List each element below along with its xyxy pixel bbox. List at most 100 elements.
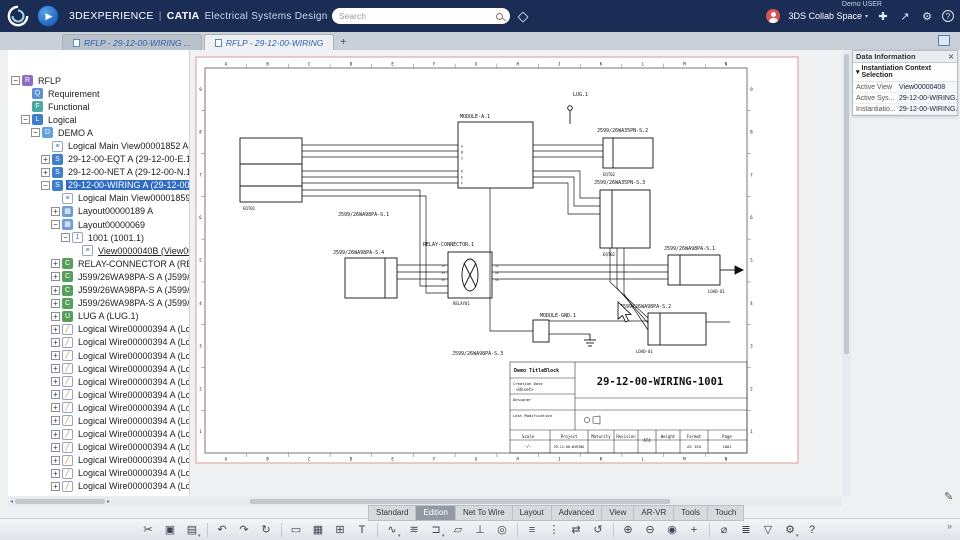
chevron-down-icon[interactable]: ▾: [198, 533, 201, 539]
document-tab[interactable]: RFLP - 29-12-00-WIRING ...: [62, 34, 202, 50]
shield-button[interactable]: ◎: [493, 521, 512, 539]
search-input[interactable]: [339, 11, 492, 21]
table-button[interactable]: ⊞: [331, 521, 350, 539]
cut-button[interactable]: ✂: [139, 521, 158, 539]
tree-item[interactable]: −S29-12-00-WIRING A (29-12-00-W.1): [8, 179, 189, 192]
scroll-right-icon[interactable]: ▸: [107, 498, 110, 505]
tree-item[interactable]: Q Requirement: [8, 87, 189, 100]
layers-button[interactable]: ≣: [737, 521, 756, 539]
tree-item[interactable]: +╱ Logical Wire00000394 A (Logical Wire00…: [8, 428, 189, 441]
scroll-left-icon[interactable]: ◂: [10, 498, 13, 505]
help-button[interactable]: ?: [942, 10, 954, 22]
tree-expander[interactable]: +: [51, 364, 60, 374]
tree-item[interactable]: − R RFLP: [8, 74, 189, 87]
tree-expander[interactable]: −: [51, 220, 60, 230]
tree-item[interactable]: +╱ Logical Wire00000394 A (Logical Wire00…: [8, 401, 189, 414]
tree-expander[interactable]: +: [51, 377, 60, 387]
tree-expander[interactable]: +: [51, 351, 60, 361]
tree-item[interactable]: +╱ Logical Wire00000394 A (Logical Wire00…: [8, 323, 189, 336]
drawing-sheet[interactable]: [195, 56, 799, 464]
tree-expander[interactable]: +: [51, 442, 60, 452]
distribute-button[interactable]: ⋮: [545, 521, 564, 539]
tree-expander[interactable]: +: [51, 416, 60, 426]
new-tab-button[interactable]: +: [336, 34, 350, 50]
tree-expander[interactable]: +: [51, 337, 60, 347]
tree-item[interactable]: +╱ Logical Wire00000394 A (Logical Wire00…: [8, 441, 189, 454]
tree-item[interactable]: +╱ Logical Wire00000394 A (Logical Wire00…: [8, 480, 189, 493]
tree-item[interactable]: +╱ Logical Wire00000394 A (Logical Wire00…: [8, 454, 189, 467]
tree-item[interactable]: +C RELAY-CONNECTOR A (RELAY-CONNECTOR.1): [8, 257, 189, 270]
chevron-down-icon[interactable]: ▾: [442, 533, 445, 539]
tree-expander[interactable]: −: [61, 233, 70, 243]
ground-button[interactable]: ⊥: [471, 521, 490, 539]
options-button[interactable]: ⚙ ▾: [781, 521, 800, 539]
tree-expander[interactable]: −: [21, 115, 30, 125]
mirror-button[interactable]: ⇄: [567, 521, 586, 539]
tree-horizontal-scrollbar[interactable]: ◂ ▸: [8, 497, 190, 506]
tree-item[interactable]: +╱ Logical Wire00000394 A (Logical Wire00…: [8, 375, 189, 388]
align-button[interactable]: ≡: [523, 521, 542, 539]
update-button[interactable]: ↻: [257, 521, 276, 539]
tree-item[interactable]: +C J599/26WA98PA-S A (J599/26WA98PA-S.3): [8, 297, 189, 310]
toolbar-tab-edition[interactable]: Edition: [415, 505, 455, 521]
multi-wire-button[interactable]: ≋: [405, 521, 424, 539]
tree-item[interactable]: −1 1001 (1001.1): [8, 231, 189, 244]
tree-expander[interactable]: +: [51, 259, 60, 269]
tree-expander[interactable]: +: [51, 206, 60, 216]
add-equipment-button[interactable]: ▱: [449, 521, 468, 539]
tree-expander[interactable]: +: [51, 272, 60, 282]
search-icon[interactable]: [496, 12, 503, 20]
tree-expander[interactable]: +: [51, 481, 60, 491]
tree-item[interactable]: − L Logical: [8, 113, 189, 126]
tree-expander[interactable]: +: [51, 455, 60, 465]
text-button[interactable]: T: [353, 521, 372, 539]
toolbar-tab-touch[interactable]: Touch: [706, 505, 745, 521]
frame-button[interactable]: ▦: [309, 521, 328, 539]
tree-item[interactable]: +╱ Logical Wire00000394 A (Logical Wire00…: [8, 349, 189, 362]
tree-item[interactable]: +╱ Logical Wire00000394 A (Logical Wire00…: [8, 388, 189, 401]
new-sheet-button[interactable]: ▭: [287, 521, 306, 539]
section-caret-icon[interactable]: ▾: [856, 68, 860, 76]
tag-icon[interactable]: [517, 11, 529, 23]
chevron-down-icon[interactable]: ▾: [796, 533, 799, 539]
tools-button[interactable]: ⚙: [920, 10, 934, 23]
add-connector-button[interactable]: ⊐ ▾: [427, 521, 446, 539]
panel-row[interactable]: Instantiatio... 29-12-00-WIRING...: [853, 104, 957, 115]
tree-expander[interactable]: +: [51, 468, 60, 478]
tree-expander[interactable]: +: [41, 154, 50, 164]
toolbar-tab-advanced[interactable]: Advanced: [550, 505, 602, 521]
tree-item[interactable]: +╱ Logical Wire00000394 A (Logical Wire00…: [8, 414, 189, 427]
measure-button[interactable]: ⌀: [715, 521, 734, 539]
tree-expander[interactable]: +: [41, 167, 50, 177]
tree-item[interactable]: +╱ Logical Wire00000394 A (Logical Wire00…: [8, 362, 189, 375]
tree-item[interactable]: − D DEMO A: [8, 126, 189, 139]
tree-expander[interactable]: −: [41, 180, 50, 190]
panel-row[interactable]: Active View View00000408: [853, 82, 957, 93]
toolbar-tab-standard[interactable]: Standard: [368, 505, 416, 521]
fit-all-button[interactable]: ◉: [663, 521, 682, 539]
canvas-vertical-scrollbar[interactable]: [842, 50, 851, 496]
help-button[interactable]: ?: [803, 521, 822, 539]
user-avatar[interactable]: [766, 9, 781, 23]
toolbar-tab-view[interactable]: View: [601, 505, 634, 521]
scrollbar-thumb[interactable]: [250, 499, 670, 504]
compass-button[interactable]: ▶: [37, 5, 59, 27]
document-tab[interactable]: RFLP - 29-12-00-WIRING: [203, 34, 335, 50]
tree-expander[interactable]: +: [51, 311, 60, 321]
tree-expander[interactable]: −: [11, 76, 20, 86]
tree-item[interactable]: +C J599/26WA98PA-S A (J599/26WA98PA-S.1): [8, 270, 189, 283]
restore-window-icon[interactable]: [938, 35, 950, 46]
drawing-canvas[interactable]: LUG.1 MODULE-A.1 J599/26WA35PN-S.2 EQT02 J59…: [190, 50, 842, 496]
tree-expander[interactable]: +: [51, 298, 60, 308]
pan-button[interactable]: +: [685, 521, 704, 539]
tree-expander[interactable]: +: [51, 429, 60, 439]
add-button[interactable]: ✚: [876, 10, 890, 23]
zoom-in-button[interactable]: ⊕: [619, 521, 638, 539]
toolbar-tab-ar-vr[interactable]: AR-VR: [633, 505, 674, 521]
share-button[interactable]: ↗: [898, 10, 912, 23]
tree-item[interactable]: ≡ Logical Main View00001852 A: [8, 139, 189, 152]
tree-item[interactable]: +C J599/26WA98PA-S A (J599/26WA98PA-S.2): [8, 284, 189, 297]
tree-expander[interactable]: −: [31, 128, 40, 138]
toolbar-tab-layout[interactable]: Layout: [511, 505, 551, 521]
copy-button[interactable]: ▣: [161, 521, 180, 539]
